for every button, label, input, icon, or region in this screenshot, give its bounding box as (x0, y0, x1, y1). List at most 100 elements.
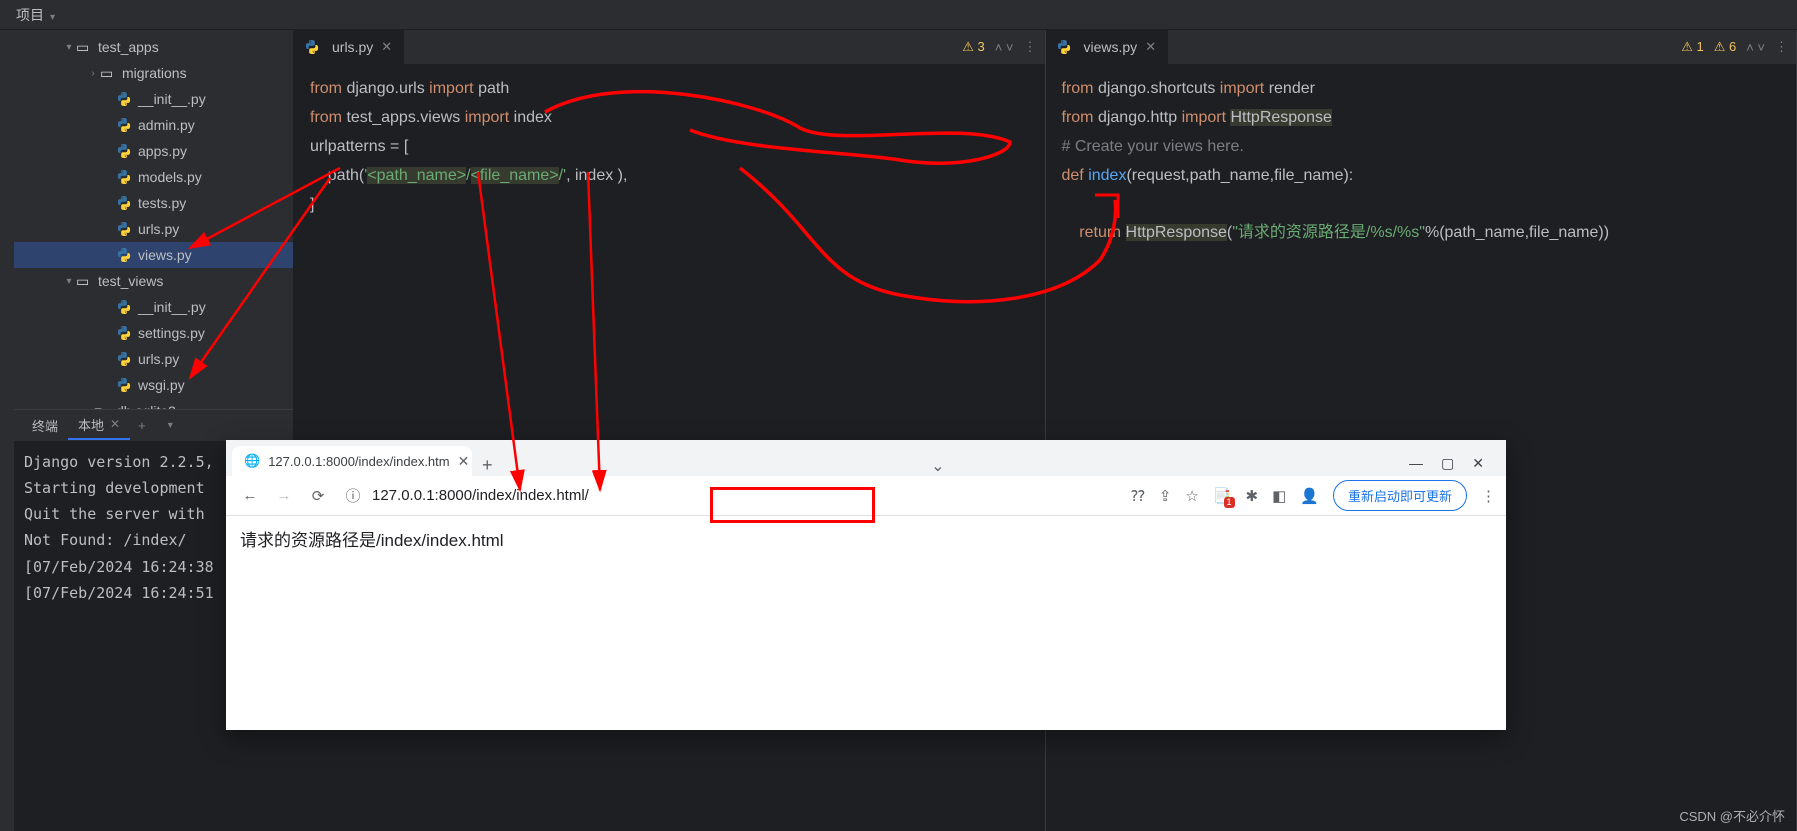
sidepanel-icon[interactable]: ◧ (1272, 487, 1286, 505)
more-icon[interactable]: ⋮ (1024, 39, 1037, 55)
terminal-menu[interactable] (154, 415, 181, 435)
close-icon[interactable]: ✕ (110, 417, 120, 431)
tree-item-label: urls.py (138, 351, 179, 367)
tree-item-__init__-py[interactable]: __init__.py (14, 86, 293, 112)
profile-icon[interactable]: 👤 (1300, 487, 1319, 505)
folder-icon: ▭ (76, 273, 92, 289)
tree-item-db-sqlite3[interactable]: ≡db.sqlite3 (14, 398, 293, 409)
python-icon (116, 247, 132, 263)
tree-item-label: test_apps (98, 39, 159, 55)
python-icon (116, 169, 132, 185)
minimize-icon[interactable]: — (1409, 455, 1423, 472)
tree-item-test_apps[interactable]: ▾▭test_apps (14, 34, 293, 60)
address-bar[interactable]: ⓘ 127.0.0.1:8000/index/index.html/ (338, 480, 1125, 512)
python-icon (116, 325, 132, 341)
python-icon (116, 377, 132, 393)
more-icon[interactable]: ⋮ (1775, 39, 1788, 55)
browser-tab-title: 127.0.0.1:8000/index/index.htm (268, 454, 449, 469)
tree-item-label: __init__.py (138, 299, 206, 315)
extensions-icon[interactable]: ✱ (1246, 487, 1259, 505)
watermark: CSDN @不必介怀 (1679, 806, 1785, 825)
page-text: 请求的资源路径是/index/index.html (240, 531, 504, 550)
tree-item-label: test_views (98, 273, 163, 289)
browser-toolbar: ← → ⟳ ⓘ 127.0.0.1:8000/index/index.html/… (226, 476, 1506, 516)
warning-badge-2[interactable]: ⚠ 6 (1714, 39, 1737, 55)
tree-item-settings-py[interactable]: settings.py (14, 320, 293, 346)
window-controls: — ▢ ✕ (1393, 451, 1500, 476)
tree-item-label: views.py (138, 247, 192, 263)
globe-icon: 🌐 (244, 453, 260, 469)
close-icon[interactable]: ✕ (458, 453, 470, 470)
tree-item-label: admin.py (138, 117, 195, 133)
tree-item-tests-py[interactable]: tests.py (14, 190, 293, 216)
site-info-icon[interactable]: ⓘ (342, 485, 364, 506)
tree-item-admin-py[interactable]: admin.py (14, 112, 293, 138)
tree-item-migrations[interactable]: ›▭migrations (14, 60, 293, 86)
tree-item-apps-py[interactable]: apps.py (14, 138, 293, 164)
tree-item-label: urls.py (138, 221, 179, 237)
url-text: 127.0.0.1:8000/index/index.html/ (372, 487, 589, 504)
update-button[interactable]: 重新启动即可更新 (1333, 480, 1467, 511)
tree-item-label: tests.py (138, 195, 186, 211)
terminal-tab-terminal[interactable]: 终端 (22, 412, 68, 439)
editor-status-right: ⚠ 1 ⚠ 6 ˄ ˅ ⋮ (1681, 39, 1788, 55)
tab-label: views.py (1084, 39, 1138, 55)
close-window-icon[interactable]: ✕ (1472, 455, 1484, 472)
tree-item-label: apps.py (138, 143, 187, 159)
back-button[interactable]: ← (236, 487, 264, 504)
browser-window: 🌐 127.0.0.1:8000/index/index.htm ✕ + ⌄ —… (226, 440, 1506, 730)
close-icon[interactable]: ✕ (1143, 39, 1158, 55)
share-icon[interactable]: ⇪ (1159, 487, 1172, 505)
tab-urls-py[interactable]: urls.py ✕ (294, 30, 404, 64)
terminal-tab-local[interactable]: 本地✕ (68, 411, 130, 440)
tree-item-label: __init__.py (138, 91, 206, 107)
python-icon (116, 117, 132, 133)
tree-item-models-py[interactable]: models.py (14, 164, 293, 190)
tree-item-views-py[interactable]: views.py (14, 242, 293, 268)
python-icon (116, 221, 132, 237)
tab-views-py[interactable]: views.py ✕ (1046, 30, 1169, 64)
tree-item-label: wsgi.py (138, 377, 185, 393)
python-icon (116, 143, 132, 159)
warning-badge[interactable]: ⚠ 3 (962, 39, 985, 55)
editor-tabbar-left: urls.py ✕ ⚠ 3 ˄ ˅ ⋮ (294, 30, 1045, 64)
tree-item-label: migrations (122, 65, 187, 81)
terminal-tabstrip: 终端 本地✕ + (14, 409, 293, 441)
tree-item-test_views[interactable]: ▾▭test_views (14, 268, 293, 294)
reload-button[interactable]: ⟳ (304, 487, 332, 505)
file-tree[interactable]: ▾▭test_apps›▭migrations__init__.pyadmin.… (14, 30, 293, 409)
add-terminal-button[interactable]: + (130, 414, 154, 437)
browser-tab[interactable]: 🌐 127.0.0.1:8000/index/index.htm ✕ (232, 446, 472, 476)
forward-button[interactable]: → (270, 487, 298, 504)
activity-bar (0, 30, 14, 831)
python-icon (116, 351, 132, 367)
tree-item-wsgi-py[interactable]: wsgi.py (14, 372, 293, 398)
tree-item-__init__-py[interactable]: __init__.py (14, 294, 293, 320)
python-icon (116, 195, 132, 211)
translate-icon[interactable]: ⁇ (1131, 487, 1145, 505)
tab-label: urls.py (332, 39, 373, 55)
browser-tabstrip: 🌐 127.0.0.1:8000/index/index.htm ✕ + ⌄ —… (226, 440, 1506, 476)
folder-icon: ▭ (100, 65, 116, 81)
python-icon (116, 91, 132, 107)
browser-page-content: 请求的资源路径是/index/index.html (226, 516, 1506, 730)
python-icon (304, 39, 320, 55)
title-bar: 项目 (0, 0, 1797, 30)
maximize-icon[interactable]: ▢ (1441, 455, 1454, 472)
bookmark-icon[interactable]: ☆ (1185, 487, 1198, 505)
tree-item-label: settings.py (138, 325, 205, 341)
menu-icon[interactable]: ⋮ (1481, 487, 1496, 505)
tree-item-urls-py[interactable]: urls.py (14, 346, 293, 372)
extension-cert-icon[interactable]: 📑 (1213, 487, 1232, 505)
warning-badge[interactable]: ⚠ 1 (1681, 39, 1704, 55)
tab-search-icon[interactable]: ⌄ (931, 456, 944, 476)
tree-item-urls-py[interactable]: urls.py (14, 216, 293, 242)
nav-arrows[interactable]: ˄ ˅ (995, 40, 1014, 55)
new-tab-button[interactable]: + (472, 455, 503, 476)
browser-actions: ⁇ ⇪ ☆ 📑 ✱ ◧ 👤 重新启动即可更新 ⋮ (1131, 480, 1496, 511)
nav-arrows[interactable]: ˄ ˅ (1746, 40, 1765, 55)
editor-status-left: ⚠ 3 ˄ ˅ ⋮ (962, 39, 1036, 55)
close-icon[interactable]: ✕ (379, 39, 394, 55)
project-dropdown[interactable]: 项目 (8, 1, 63, 29)
folder-icon: ▭ (76, 39, 92, 55)
